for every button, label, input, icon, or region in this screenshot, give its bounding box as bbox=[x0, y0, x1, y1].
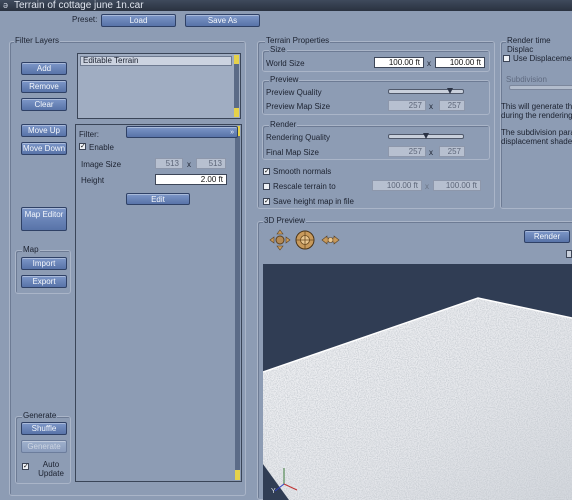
app-icon: ə bbox=[3, 0, 9, 10]
filter-label: Filter: bbox=[79, 130, 99, 139]
zoom-icon[interactable] bbox=[321, 235, 340, 245]
shuffle-button[interactable]: Shuffle bbox=[21, 422, 67, 435]
rescale-width: 100.00 ft bbox=[372, 180, 422, 191]
filter-panel-scrollbar[interactable] bbox=[235, 126, 240, 480]
preview-map-width: 257 bbox=[388, 100, 426, 111]
load-button[interactable]: Load bbox=[101, 14, 176, 27]
window-titlebar: ə Terrain of cottage june 1n.car bbox=[0, 0, 572, 11]
pan-icon[interactable] bbox=[269, 229, 291, 251]
image-size-width: 513 bbox=[155, 158, 183, 169]
final-map-size-label: Final Map Size bbox=[266, 148, 319, 157]
axis-x-label: X bbox=[298, 488, 303, 494]
rendering-quality-slider[interactable] bbox=[388, 133, 464, 139]
world-size-label: World Size bbox=[266, 59, 305, 68]
subdivision-label: Subdivision bbox=[506, 75, 547, 84]
render-time-group bbox=[500, 41, 572, 209]
save-height-map-label: Save height map in file bbox=[273, 197, 354, 206]
dropdown-chevron-icon: » bbox=[230, 129, 234, 136]
preview-option-toggle[interactable] bbox=[566, 250, 572, 258]
preview-3d-title: 3D Preview bbox=[263, 216, 306, 225]
use-displacement-checkbox[interactable] bbox=[503, 55, 510, 62]
map-title: Map bbox=[22, 245, 40, 254]
terrain-properties-title: Terrain Properties bbox=[265, 36, 331, 45]
axis-gizmo: Z X Y bbox=[271, 462, 303, 494]
world-size-width[interactable]: 100.00 ft bbox=[374, 57, 424, 68]
axis-y-label: Y bbox=[271, 488, 276, 494]
rotate-icon[interactable] bbox=[295, 230, 315, 250]
save-as-button[interactable]: Save As bbox=[185, 14, 260, 27]
terrain-surface bbox=[263, 297, 572, 500]
enable-checkbox[interactable]: ✓ bbox=[79, 143, 86, 150]
preview-map-x: x bbox=[429, 102, 433, 111]
final-map-width: 257 bbox=[388, 146, 426, 157]
preset-label: Preset: bbox=[72, 15, 98, 24]
filter-layers-title: Filter Layers bbox=[14, 36, 61, 45]
final-map-height: 257 bbox=[439, 146, 465, 157]
height-field[interactable]: 2.00 ft bbox=[155, 174, 227, 185]
info-line-1: This will generate th bbox=[501, 102, 572, 111]
info-line-4: displacement shade bbox=[501, 137, 572, 146]
use-displacement-label: Use Displacemen bbox=[513, 54, 572, 63]
axis-z-label: Z bbox=[281, 462, 286, 469]
import-button[interactable]: Import bbox=[21, 257, 67, 270]
image-size-height: 513 bbox=[196, 158, 226, 169]
rescale-terrain-checkbox[interactable] bbox=[263, 183, 270, 190]
filter-dropdown[interactable]: » bbox=[126, 126, 238, 138]
preview-quality-thumb[interactable] bbox=[446, 88, 453, 94]
layer-item-editable-terrain[interactable]: Editable Terrain bbox=[80, 56, 232, 66]
image-size-x: x bbox=[187, 160, 191, 169]
subdivision-slider[interactable] bbox=[509, 85, 572, 90]
clear-button[interactable]: Clear bbox=[21, 98, 67, 111]
layer-list[interactable]: Editable Terrain bbox=[77, 53, 241, 119]
info-line-3: The subdivision para bbox=[501, 128, 572, 137]
smooth-normals-checkbox[interactable]: ✓ bbox=[263, 168, 270, 175]
add-button[interactable]: Add bbox=[21, 62, 67, 75]
rescale-x: x bbox=[425, 182, 429, 191]
smooth-normals-label: Smooth normals bbox=[273, 167, 332, 176]
remove-button[interactable]: Remove bbox=[21, 80, 67, 93]
preview-quality-label: Preview Quality bbox=[266, 88, 322, 97]
image-size-label: Image Size bbox=[81, 160, 122, 169]
enable-label: Enable bbox=[89, 143, 114, 152]
final-map-x: x bbox=[429, 148, 433, 157]
size-title: Size bbox=[269, 45, 287, 54]
rendering-quality-label: Rendering Quality bbox=[266, 133, 331, 142]
navigation-controls bbox=[269, 229, 340, 251]
preview-map-height: 257 bbox=[439, 100, 465, 111]
terrain-viewport[interactable]: Z X Y bbox=[263, 264, 572, 500]
layer-list-scrollbar[interactable] bbox=[234, 55, 239, 117]
auto-update-checkbox[interactable]: ✓ bbox=[22, 463, 29, 470]
generate-title: Generate bbox=[22, 411, 58, 420]
preview-quality-slider[interactable] bbox=[388, 88, 464, 94]
generate-button[interactable]: Generate bbox=[21, 440, 67, 453]
move-up-button[interactable]: Move Up bbox=[21, 124, 67, 137]
render-button[interactable]: Render bbox=[524, 230, 570, 243]
map-editor-button[interactable]: Map Editor bbox=[21, 207, 67, 231]
rescale-terrain-label: Rescale terrain to bbox=[273, 182, 336, 191]
world-size-height[interactable]: 100.00 ft bbox=[435, 57, 485, 68]
render-time-title: Render time Displac bbox=[506, 36, 572, 54]
world-size-x: x bbox=[427, 59, 431, 68]
window-title: Terrain of cottage june 1n.car bbox=[14, 0, 144, 11]
rendering-quality-thumb[interactable] bbox=[423, 133, 429, 139]
save-height-map-checkbox[interactable]: ✓ bbox=[263, 198, 270, 205]
move-down-button[interactable]: Move Down bbox=[21, 142, 67, 155]
export-button[interactable]: Export bbox=[21, 275, 67, 288]
render-title: Render bbox=[269, 120, 298, 129]
edit-button[interactable]: Edit bbox=[126, 193, 190, 205]
preview-map-size-label: Preview Map Size bbox=[266, 102, 331, 111]
info-line-2: during the rendering bbox=[501, 111, 572, 120]
rescale-height: 100.00 ft bbox=[433, 180, 481, 191]
height-label: Height bbox=[81, 176, 105, 185]
auto-update-label: Auto Update bbox=[38, 460, 64, 478]
preview-title: Preview bbox=[269, 75, 300, 84]
